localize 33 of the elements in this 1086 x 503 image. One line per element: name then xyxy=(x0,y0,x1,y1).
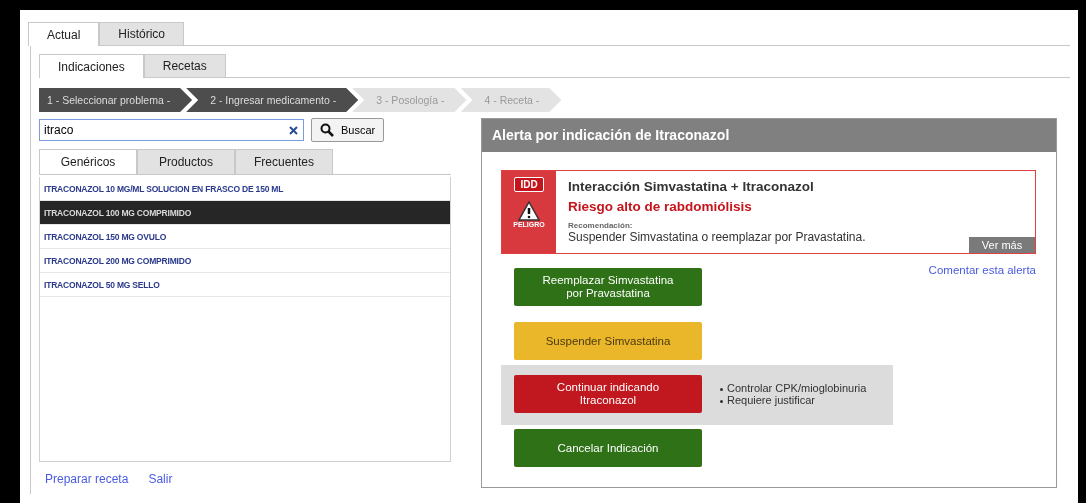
wizard-step: 4 - Receta - xyxy=(460,88,562,112)
tab[interactable]: Histórico xyxy=(99,22,185,45)
tab[interactable]: Indicaciones xyxy=(39,54,144,78)
recommendation-label: Recomendación: xyxy=(568,221,634,230)
see-more-button[interactable]: Ver más xyxy=(969,237,1035,253)
wizard-step: 1 - Seleccionar problema - xyxy=(39,88,193,112)
risk-text: Riesgo alto de rabdomiólisis xyxy=(568,199,753,214)
action-button[interactable]: Cancelar Indicación xyxy=(514,429,702,467)
search-field[interactable]: itraco xyxy=(39,119,304,141)
wizard-step: 2 - Ingresar medicamento - xyxy=(186,88,359,112)
note-item: Requiere justificar xyxy=(720,394,867,406)
interaction-heading: Interacción Simvastatina + Itraconazol xyxy=(568,179,815,194)
tab[interactable]: Frecuentes xyxy=(235,149,333,174)
tab[interactable]: Actual xyxy=(28,22,100,46)
comment-link[interactable]: Comentar esta alerta xyxy=(928,264,1036,467)
recommendation-text: Suspender Simvastatina o reemplazar por Pravastatina. xyxy=(568,230,867,244)
search-button[interactable]: Buscar xyxy=(311,118,385,142)
clear-icon[interactable] xyxy=(289,126,298,135)
footer-link[interactable]: Preparar receta xyxy=(45,472,129,486)
warning-icon xyxy=(518,201,540,221)
action-button[interactable]: Continuar indicando Itraconazol xyxy=(514,375,702,413)
note-item: Controlar CPK/mioglobinuria xyxy=(720,382,867,394)
action-button[interactable]: Suspender Simvastatina xyxy=(514,322,702,360)
idd-badge: IDD xyxy=(514,177,544,192)
footer-link[interactable]: Salir xyxy=(148,472,173,486)
tab[interactable]: Productos xyxy=(137,149,235,174)
tab[interactable]: Recetas xyxy=(143,54,226,77)
wizard-step: 3 - Posología - xyxy=(352,88,467,112)
result-item[interactable]: ITRACONAZOL 100 MG COMPRIMIDO xyxy=(40,201,450,225)
action-button[interactable]: Reemplazar Simvastatina por Pravastatina xyxy=(514,268,702,306)
search-icon xyxy=(320,123,334,137)
alert-title: Alerta por indicación de Itraconazol xyxy=(482,119,1056,152)
tab[interactable]: Genéricos xyxy=(39,149,137,174)
